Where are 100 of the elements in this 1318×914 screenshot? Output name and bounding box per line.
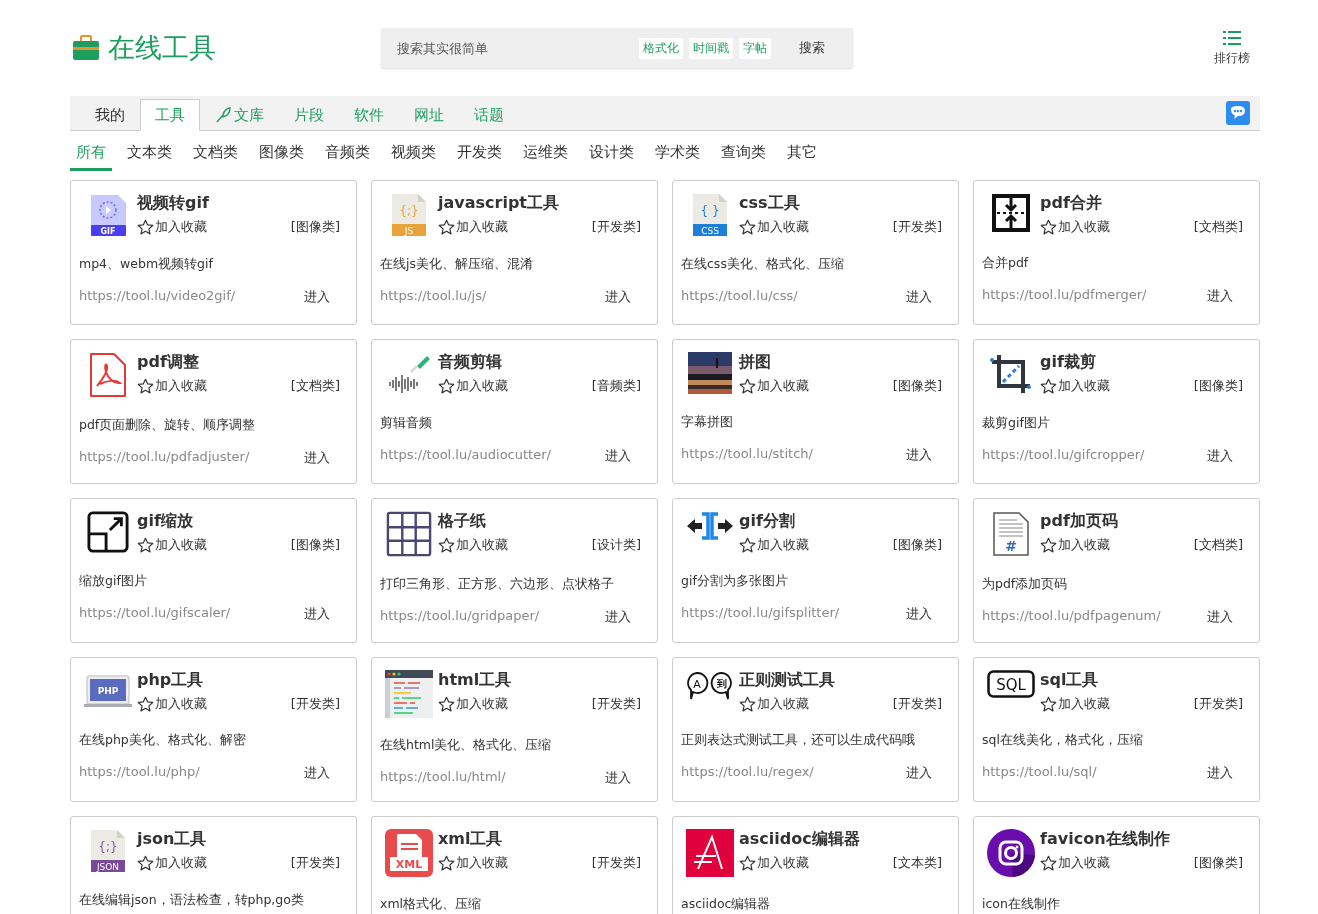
category-tab[interactable]: 音频类 xyxy=(319,139,376,171)
enter-link[interactable]: 进入 xyxy=(1207,447,1233,465)
enter-link[interactable]: 进入 xyxy=(605,288,631,306)
tool-title[interactable]: javascript工具 xyxy=(438,191,641,215)
enter-link[interactable]: 进入 xyxy=(304,605,330,623)
category-tab[interactable]: 文档类 xyxy=(187,139,244,171)
favorite-link[interactable]: 加入收藏 xyxy=(438,854,508,872)
search-tag[interactable]: 时间戳 xyxy=(689,37,733,59)
tool-title[interactable]: 拼图 xyxy=(739,350,942,374)
favorite-link[interactable]: 加入收藏 xyxy=(438,377,508,395)
tool-title[interactable]: favicon在线制作 xyxy=(1040,827,1243,851)
favorite-link[interactable]: 加入收藏 xyxy=(137,377,207,395)
tool-title[interactable]: gif分割 xyxy=(739,509,942,533)
tool-title[interactable]: 音频剪辑 xyxy=(438,350,641,374)
pdf-file-icon xyxy=(88,352,128,398)
tool-description: 正则表达式测试工具，还可以生成代码哦 xyxy=(681,731,916,749)
favorite-link[interactable]: 加入收藏 xyxy=(137,536,207,554)
enter-link[interactable]: 进入 xyxy=(605,447,631,465)
favorite-link[interactable]: 加入收藏 xyxy=(739,536,809,554)
favorite-link[interactable]: 加入收藏 xyxy=(739,218,809,236)
favorite-link[interactable]: 加入收藏 xyxy=(438,218,508,236)
search-button[interactable]: 搜索 xyxy=(771,28,853,68)
enter-link[interactable]: 进入 xyxy=(304,288,330,306)
enter-link[interactable]: 进入 xyxy=(906,446,932,464)
enter-link[interactable]: 进入 xyxy=(906,288,932,306)
enter-link[interactable]: 进入 xyxy=(906,764,932,782)
tool-title[interactable]: html工具 xyxy=(438,668,641,692)
favorite-link[interactable]: 加入收藏 xyxy=(137,854,207,872)
category-tab[interactable]: 图像类 xyxy=(253,139,310,171)
tool-title[interactable]: pdf合并 xyxy=(1040,191,1243,215)
tool-title[interactable]: 正则测试工具 xyxy=(739,668,942,692)
nav-tab[interactable]: 我的 xyxy=(80,99,140,131)
favorite-link[interactable]: 加入收藏 xyxy=(1040,854,1110,872)
category-label: [文本类] xyxy=(892,854,942,872)
tool-description: 合并pdf xyxy=(982,254,1030,272)
favorite-link[interactable]: 加入收藏 xyxy=(137,695,207,713)
enter-link[interactable]: 进入 xyxy=(605,769,631,787)
tool-title[interactable]: css工具 xyxy=(739,191,942,215)
tool-title[interactable]: gif裁剪 xyxy=(1040,350,1243,374)
tool-description: 剪辑音频 xyxy=(380,414,433,432)
tool-title[interactable]: xml工具 xyxy=(438,827,641,851)
ranking-link[interactable]: 排行榜 xyxy=(1214,29,1250,67)
search-tag[interactable]: 字帖 xyxy=(739,37,771,59)
category-tab[interactable]: 其它 xyxy=(781,139,823,171)
enter-link[interactable]: 进入 xyxy=(304,449,330,467)
enter-link[interactable]: 进入 xyxy=(605,608,631,626)
document-hash-icon: # xyxy=(991,511,1031,557)
enter-link[interactable]: 进入 xyxy=(1207,608,1233,626)
category-tab[interactable]: 学术类 xyxy=(649,139,706,171)
favorite-link[interactable]: 加入收藏 xyxy=(137,218,207,236)
favorite-link[interactable]: 加入收藏 xyxy=(438,536,508,554)
category-tab[interactable]: 运维类 xyxy=(517,139,574,171)
tool-title[interactable]: asciidoc编辑器 xyxy=(739,827,942,851)
tool-title[interactable]: php工具 xyxy=(137,668,340,692)
favorite-link[interactable]: 加入收藏 xyxy=(438,695,508,713)
tool-description: 字幕拼图 xyxy=(681,413,734,431)
code-window-icon xyxy=(385,670,433,718)
tool-url: https://tool.lu/gridpaper/ xyxy=(380,608,540,625)
favorite-link[interactable]: 加入收藏 xyxy=(739,854,809,872)
enter-link[interactable]: 进入 xyxy=(304,764,330,782)
category-tab[interactable]: 设计类 xyxy=(583,139,640,171)
tool-title[interactable]: 格子纸 xyxy=(438,509,641,533)
tool-url: https://tool.lu/regex/ xyxy=(681,764,814,781)
tool-description: 裁剪gif图片 xyxy=(982,414,1051,432)
tool-description: xml格式化、压缩 xyxy=(380,895,483,913)
search-field[interactable]: 搜索其实很简单 xyxy=(381,39,639,57)
chat-icon[interactable] xyxy=(1226,101,1250,125)
favorite-link[interactable]: 加入收藏 xyxy=(1040,377,1110,395)
favorite-link[interactable]: 加入收藏 xyxy=(739,377,809,395)
camera-icon xyxy=(987,829,1035,877)
tool-description: 缩放gif图片 xyxy=(79,572,148,590)
enter-link[interactable]: 进入 xyxy=(906,605,932,623)
category-tab[interactable]: 开发类 xyxy=(451,139,508,171)
category-tab[interactable]: 所有 xyxy=(70,139,112,171)
tool-title[interactable]: pdf加页码 xyxy=(1040,509,1243,533)
tool-title[interactable]: sql工具 xyxy=(1040,668,1243,692)
enter-link[interactable]: 进入 xyxy=(1207,764,1233,782)
category-label: [开发类] xyxy=(290,854,340,872)
tool-title[interactable]: 视频转gif xyxy=(137,191,340,215)
tool-description: mp4、webm视频转gif xyxy=(79,255,214,273)
list-icon xyxy=(1223,29,1241,46)
favorite-link[interactable]: 加入收藏 xyxy=(739,695,809,713)
category-tab[interactable]: 文本类 xyxy=(121,139,178,171)
favorite-link[interactable]: 加入收藏 xyxy=(1040,218,1110,236)
tool-title[interactable]: pdf调整 xyxy=(137,350,340,374)
tool-title[interactable]: gif缩放 xyxy=(137,509,340,533)
favorite-link[interactable]: 加入收藏 xyxy=(1040,695,1110,713)
tool-url: https://tool.lu/gifcropper/ xyxy=(982,447,1145,464)
nav-tab[interactable]: 工具 xyxy=(140,99,200,131)
favorite-link[interactable]: 加入收藏 xyxy=(1040,536,1110,554)
enter-link[interactable]: 进入 xyxy=(1207,287,1233,305)
tool-description: 在线js美化、解压缩、混淆 xyxy=(380,255,534,273)
category-label: [开发类] xyxy=(892,218,942,236)
tool-title[interactable]: json工具 xyxy=(137,827,340,851)
category-tab[interactable]: 视频类 xyxy=(385,139,442,171)
search-tag[interactable]: 格式化 xyxy=(639,37,683,59)
category-label: [开发类] xyxy=(591,695,641,713)
tool-url: https://tool.lu/gifsplitter/ xyxy=(681,605,840,622)
category-tab[interactable]: 查询类 xyxy=(715,139,772,171)
tool-description: gif分割为多张图片 xyxy=(681,572,789,590)
